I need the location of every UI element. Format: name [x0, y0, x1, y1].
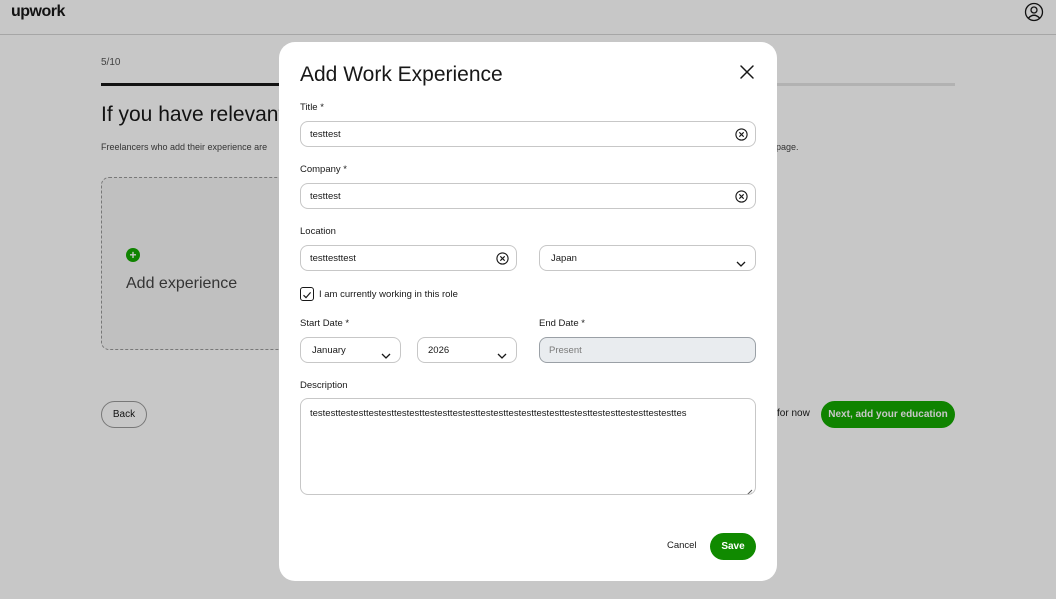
title-input[interactable]: testtest — [300, 121, 756, 147]
clear-icon[interactable] — [735, 190, 748, 203]
start-month-value: January — [312, 345, 346, 356]
location-value: testtesttest — [310, 253, 356, 264]
description-textarea[interactable]: testesttestesttestesttestesttestestteste… — [300, 398, 756, 495]
end-date-label: End Date * — [539, 318, 585, 329]
start-year-select[interactable]: 2026 — [417, 337, 517, 363]
location-label: Location — [300, 226, 336, 237]
description-value: testesttestesttestesttestesttestestteste… — [310, 408, 687, 419]
chevron-down-icon — [381, 347, 391, 359]
chevron-down-icon — [497, 347, 507, 359]
clear-icon[interactable] — [735, 128, 748, 141]
current-role-label[interactable]: I am currently working in this role — [319, 289, 458, 300]
company-label: Company * — [300, 164, 347, 175]
end-date-placeholder: Present — [549, 345, 582, 356]
title-value: testtest — [310, 129, 341, 140]
add-work-experience-modal: Add Work Experience Title * testtest Com… — [279, 42, 777, 581]
chevron-down-icon — [736, 255, 746, 267]
check-icon — [303, 292, 312, 299]
start-date-label: Start Date * — [300, 318, 350, 329]
location-input[interactable]: testtesttest — [300, 245, 517, 271]
description-label: Description — [300, 380, 348, 391]
current-role-checkbox[interactable] — [300, 287, 314, 301]
company-input[interactable]: testtest — [300, 183, 756, 209]
cancel-button[interactable]: Cancel — [667, 540, 697, 551]
country-select[interactable]: Japan — [539, 245, 756, 271]
country-value: Japan — [551, 253, 577, 264]
clear-icon[interactable] — [496, 252, 509, 265]
start-month-select[interactable]: January — [300, 337, 401, 363]
resize-handle-icon[interactable] — [745, 484, 753, 494]
end-date-input: Present — [539, 337, 756, 363]
title-label: Title * — [300, 102, 324, 113]
close-icon[interactable] — [739, 64, 755, 80]
company-value: testtest — [310, 191, 341, 202]
save-button[interactable]: Save — [710, 533, 756, 560]
modal-title: Add Work Experience — [300, 63, 503, 86]
start-year-value: 2026 — [428, 345, 450, 356]
